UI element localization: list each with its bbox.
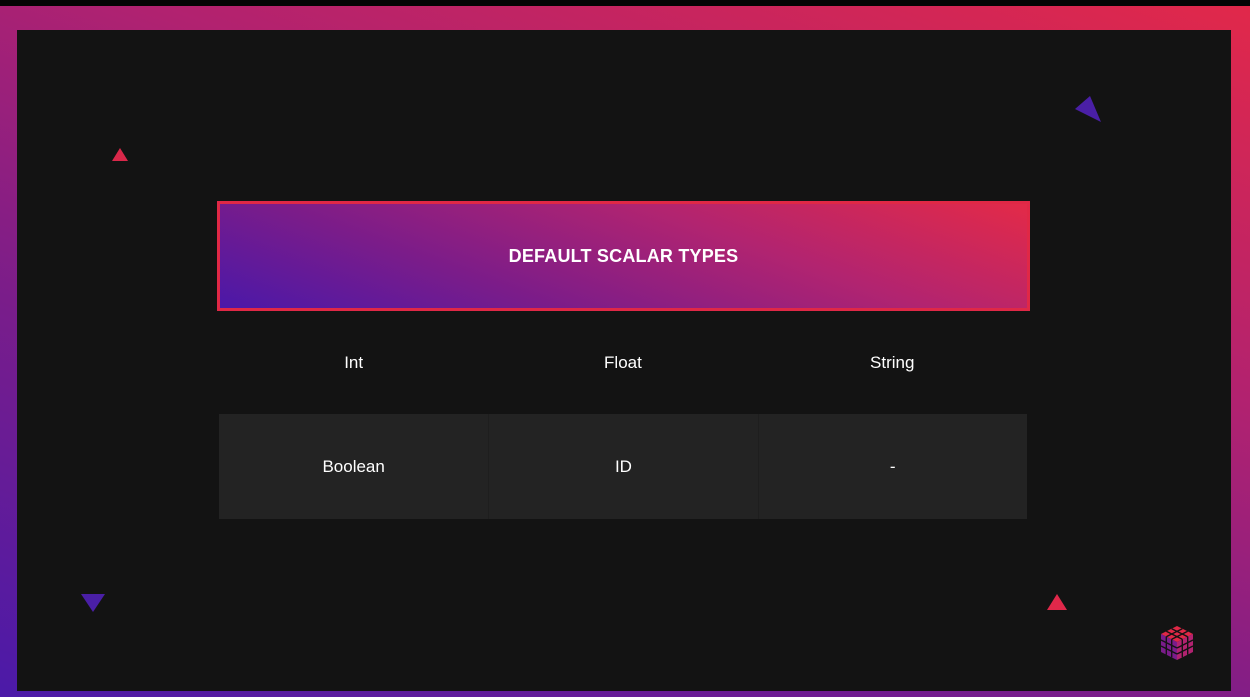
table-cell: Int [344, 352, 364, 372]
table-cell: - [757, 414, 1027, 519]
table-row: Boolean ID - [219, 414, 1027, 519]
slide-title: DEFAULT SCALAR TYPES [508, 245, 739, 266]
table-cell: Boolean [322, 456, 385, 476]
cube-logo-icon [1160, 626, 1194, 660]
table-cell: ID [488, 414, 757, 519]
table-row: Int Float String [219, 311, 1027, 414]
triangle-decor-icon [1047, 594, 1067, 610]
triangle-decor-icon [81, 594, 105, 612]
table-cell: String [870, 352, 915, 372]
triangle-decor-icon [1075, 96, 1101, 122]
table-cell: Float [604, 352, 642, 372]
title-banner: DEFAULT SCALAR TYPES [217, 201, 1030, 311]
triangle-decor-icon [112, 148, 128, 161]
